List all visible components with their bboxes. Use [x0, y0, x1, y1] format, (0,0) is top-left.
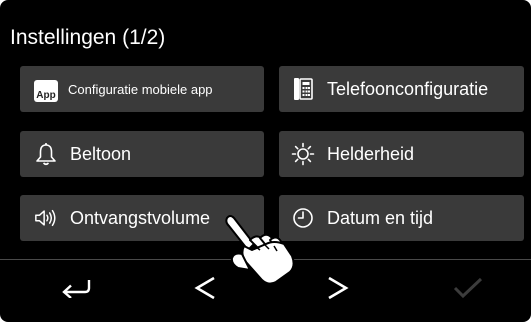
phone-config-button[interactable]: Telefoonconfiguratie [279, 66, 524, 112]
back-button[interactable] [46, 268, 106, 312]
brightness-label: Helderheid [327, 143, 415, 164]
speaker-icon [34, 205, 58, 231]
back-arrow-icon [59, 278, 93, 303]
date-time-label: Datum en tijd [327, 207, 434, 228]
settings-screen: Instellingen (1/2) App Configuratie mobi… [0, 0, 531, 322]
ringtone-button[interactable]: Beltoon [20, 131, 264, 177]
page-title: Instellingen (1/2) [10, 26, 166, 49]
receive-volume-label: Ontvangstvolume [70, 207, 211, 228]
chevron-left-icon [193, 275, 217, 306]
checkmark-icon [453, 277, 483, 304]
app-icon: App [34, 76, 58, 102]
receive-volume-button[interactable]: Ontvangstvolume [20, 195, 264, 241]
chevron-right-icon [326, 275, 350, 306]
mobile-app-config-label: Configuratie mobiele app [68, 81, 213, 97]
phone-icon [291, 76, 315, 102]
sun-icon [291, 141, 315, 167]
date-time-button[interactable]: Datum en tijd [279, 195, 524, 241]
clock-icon [291, 205, 315, 231]
brightness-button[interactable]: Helderheid [279, 131, 524, 177]
mobile-app-config-button[interactable]: App Configuratie mobiele app [20, 66, 264, 112]
next-page-button[interactable] [308, 268, 368, 312]
navbar-divider [0, 259, 531, 260]
bell-icon [34, 141, 58, 167]
confirm-button[interactable] [438, 268, 498, 312]
ringtone-label: Beltoon [70, 143, 132, 164]
previous-page-button[interactable] [175, 268, 235, 312]
phone-config-label: Telefoonconfiguratie [327, 78, 489, 99]
